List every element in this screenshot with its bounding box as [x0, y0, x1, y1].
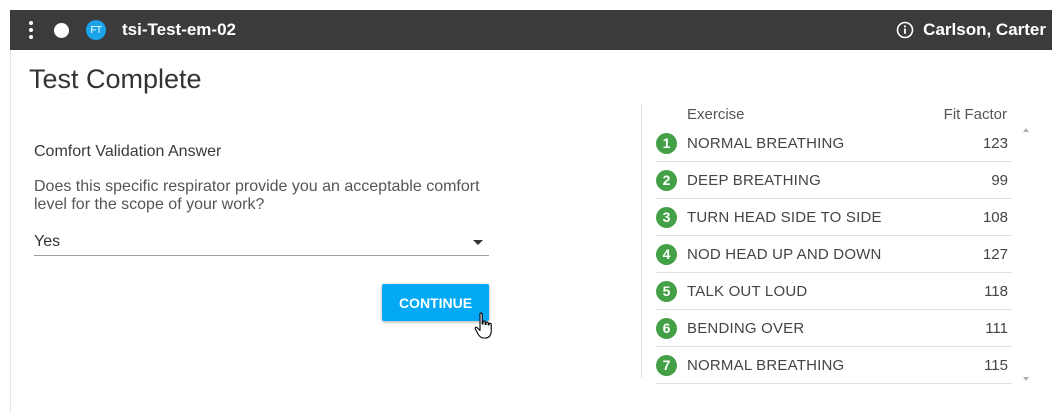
top-bar: FT tsi-Test-em-02 Carlson, Carter [10, 10, 1052, 50]
question-text: Does this specific respirator provide yo… [34, 178, 480, 213]
column-header-fit-factor: Fit Factor [943, 105, 1007, 123]
dropdown-arrow-icon[interactable] [473, 239, 483, 245]
table-row: 2 DEEP BREATHING 99 [656, 162, 1012, 199]
row-number-badge: 7 [656, 354, 677, 376]
table-row: 7 NORMAL BREATHING 115 [656, 347, 1012, 384]
exercise-name: TALK OUT LOUD [687, 282, 808, 300]
exercise-name: BENDING OVER [687, 319, 805, 337]
table-row: 5 TALK OUT LOUD 118 [656, 273, 1012, 310]
exercise-name: NORMAL BREATHING [687, 134, 845, 152]
comfort-answer-select[interactable]: Yes [34, 229, 489, 256]
panel-divider [641, 103, 642, 378]
row-number-badge: 6 [656, 317, 677, 339]
table-row: 4 NOD HEAD UP AND DOWN 127 [656, 236, 1012, 273]
exercise-name: NORMAL BREATHING [687, 356, 845, 374]
table-row: 6 BENDING OVER 111 [656, 310, 1012, 347]
fit-factor-value: 115 [984, 356, 1008, 374]
exercise-name: TURN HEAD SIDE TO SIDE [687, 208, 882, 226]
vertical-dots-icon[interactable] [20, 10, 42, 50]
device-name: tsi-Test-em-02 [122, 20, 236, 39]
scroll-up-arrow-icon[interactable] [1023, 128, 1029, 132]
fit-factor-value: 108 [982, 208, 1008, 226]
fit-factor-value: 127 [982, 245, 1008, 263]
status-dot-icon [54, 22, 69, 38]
row-number-badge: 5 [656, 280, 677, 302]
left-border [10, 50, 11, 413]
select-value: Yes [34, 233, 61, 250]
row-number-badge: 1 [656, 132, 677, 154]
exercise-name: DEEP BREATHING [687, 171, 821, 189]
scroll-down-arrow-icon[interactable] [1023, 377, 1029, 381]
page-title: Test Complete [29, 64, 202, 94]
column-header-exercise: Exercise [687, 105, 745, 123]
continue-button[interactable]: CONTINUE [382, 284, 489, 321]
fit-factor-value: 118 [984, 282, 1008, 300]
row-number-badge: 3 [656, 206, 677, 228]
results-table: Exercise Fit Factor 1 NORMAL BREATHING 1… [656, 103, 1012, 384]
row-number-badge: 4 [656, 243, 677, 265]
hand-pointer-icon [474, 312, 492, 339]
table-row: 3 TURN HEAD SIDE TO SIDE 108 [656, 199, 1012, 236]
user-name[interactable]: Carlson, Carter [923, 20, 1046, 40]
exercise-name: NOD HEAD UP AND DOWN [687, 245, 882, 263]
table-header: Exercise Fit Factor [656, 103, 1012, 125]
fit-factor-value: 123 [982, 134, 1008, 152]
user-area[interactable]: Carlson, Carter [896, 20, 1052, 40]
info-circle-icon[interactable] [896, 21, 914, 39]
section-label: Comfort Validation Answer [34, 143, 222, 160]
row-number-badge: 2 [656, 169, 677, 191]
table-row: 1 NORMAL BREATHING 123 [656, 125, 1012, 162]
fit-factor-value: 99 [991, 171, 1008, 189]
fit-factor-value: 111 [985, 319, 1008, 337]
app-badge: FT [86, 20, 106, 40]
